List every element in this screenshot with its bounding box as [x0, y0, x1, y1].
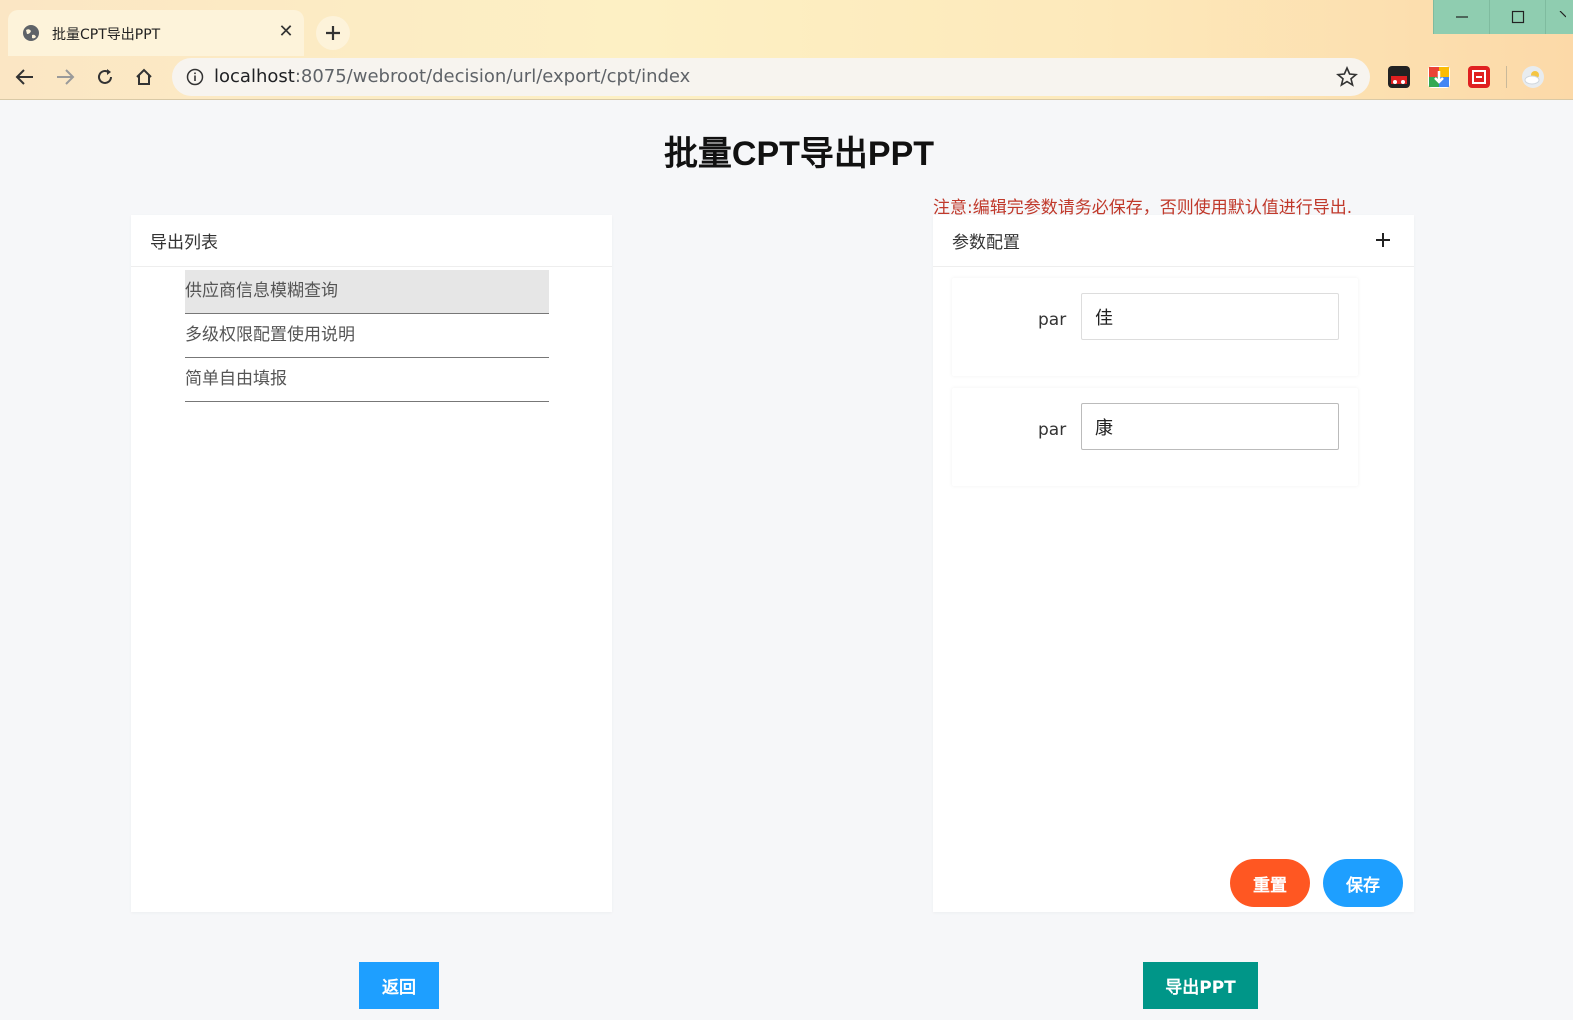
export-ppt-button[interactable]: 导出PPT: [1143, 962, 1258, 1009]
reload-button[interactable]: [94, 66, 116, 88]
info-icon[interactable]: [186, 68, 204, 86]
list-item[interactable]: 简单自由填报: [185, 358, 549, 402]
forward-icon: [57, 69, 75, 85]
tab-title: 批量CPT导出PPT: [52, 27, 161, 43]
browser-tab[interactable]: 批量CPT导出PPT ✕: [8, 10, 304, 56]
param-label: par: [1038, 420, 1067, 440]
back-page-button[interactable]: 返回: [359, 962, 439, 1009]
browser-chrome: 批量CPT导出PPT ✕ localhost:8075/webroot/deci…: [0, 0, 1573, 100]
param-config-header: 参数配置: [933, 215, 1414, 267]
url-host: localhost: [214, 66, 295, 87]
export-list: 供应商信息模糊查询 多级权限配置使用说明 简单自由填报: [185, 270, 549, 402]
url-text: localhost:8075/webroot/decision/url/expo…: [214, 66, 690, 87]
reload-icon: [98, 69, 112, 84]
param-row: par: [952, 388, 1358, 486]
extension-2-icon[interactable]: [1428, 66, 1450, 88]
extension-3-icon[interactable]: [1468, 66, 1490, 88]
param-label: par: [1038, 310, 1067, 330]
new-tab-button[interactable]: [316, 16, 350, 50]
plus-icon: [326, 26, 340, 40]
export-list-panel: 导出列表 供应商信息模糊查询 多级权限配置使用说明 简单自由填报: [131, 215, 612, 912]
list-item[interactable]: 多级权限配置使用说明: [185, 314, 549, 358]
maximize-button[interactable]: [1489, 0, 1545, 34]
extension-3-glyph: [1472, 70, 1486, 84]
add-param-button[interactable]: [1372, 229, 1394, 251]
param-row: par: [952, 278, 1358, 376]
export-list-header: 导出列表: [131, 215, 612, 267]
globe-icon: [23, 25, 39, 41]
minimize-button[interactable]: [1433, 0, 1489, 34]
minimize-icon: [1455, 16, 1468, 18]
param-config-title: 参数配置: [952, 233, 1020, 253]
forward-button[interactable]: [54, 66, 76, 88]
toolbar-separator: [1506, 66, 1507, 88]
home-icon: [136, 68, 152, 85]
param-config-panel: 参数配置 par par 重置 保存: [933, 215, 1414, 912]
extension-1-icon[interactable]: [1388, 66, 1410, 88]
param-value-input[interactable]: [1081, 293, 1339, 340]
save-button[interactable]: 保存: [1323, 859, 1403, 907]
weather-cloud-glyph: [1524, 71, 1540, 85]
page-title: 批量CPT导出PPT: [663, 135, 935, 173]
maximize-icon: [1511, 10, 1524, 24]
back-icon: [15, 69, 33, 85]
param-value-input[interactable]: [1081, 403, 1339, 450]
extension-1-glyph: [1391, 76, 1407, 84]
address-bar[interactable]: localhost:8075/webroot/decision/url/expo…: [172, 58, 1370, 96]
back-button[interactable]: [14, 66, 36, 88]
home-button[interactable]: [133, 66, 155, 88]
window-close-button[interactable]: [1545, 0, 1573, 34]
url-path: :8075/webroot/decision/url/export/cpt/in…: [294, 66, 691, 87]
list-item[interactable]: 供应商信息模糊查询: [185, 270, 549, 314]
star-icon[interactable]: [1336, 66, 1358, 88]
close-icon: [1559, 11, 1566, 18]
plus-icon: [1376, 233, 1390, 247]
tab-close-icon[interactable]: ✕: [276, 21, 296, 42]
window-controls: [1433, 0, 1573, 34]
extension-2-glyph: [1429, 67, 1449, 87]
profile-avatar-icon[interactable]: [1522, 66, 1544, 88]
reset-button[interactable]: 重置: [1230, 859, 1310, 907]
